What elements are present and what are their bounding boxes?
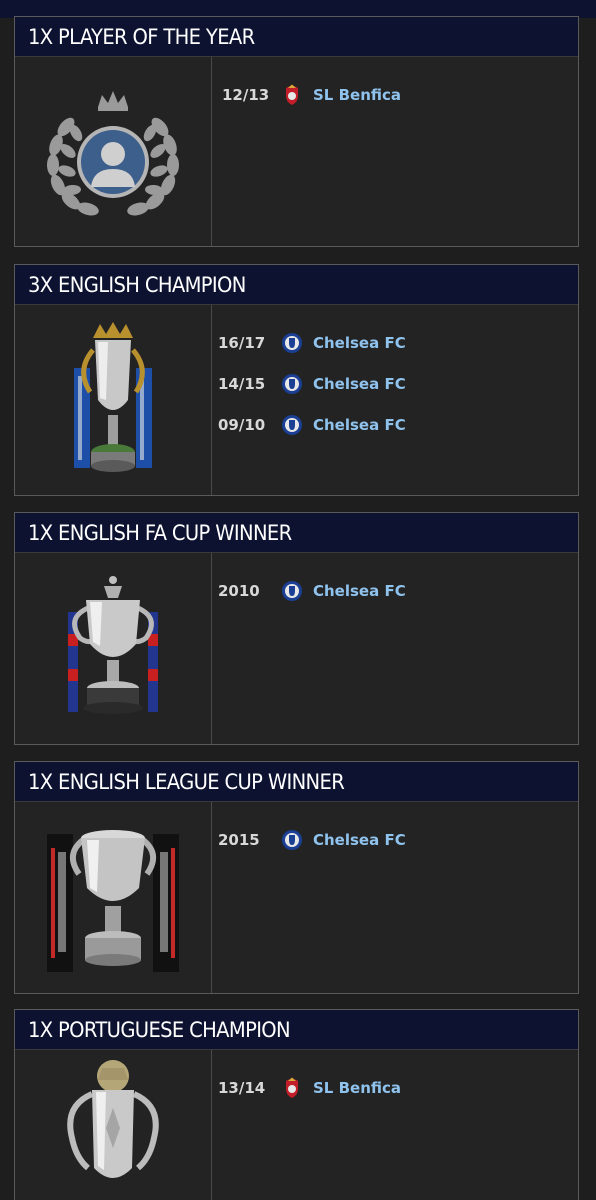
club-link[interactable]: SL Benfica — [313, 1079, 401, 1097]
award-entries: 2015 Chelsea FC — [212, 802, 578, 993]
award-title: 1X ENGLISH FA CUP WINNER — [28, 520, 292, 545]
club-link[interactable]: Chelsea FC — [313, 334, 406, 352]
award-entries: 13/14 SL Benfica — [212, 1050, 578, 1200]
club-link[interactable]: Chelsea FC — [313, 416, 406, 434]
benfica-crest-icon[interactable] — [280, 1076, 304, 1100]
award-title: 1X PORTUGUESE CHAMPION — [28, 1017, 291, 1042]
season-label: 2010 — [218, 581, 260, 600]
portuguese-league-trophy-icon — [67, 1060, 159, 1178]
club-link[interactable]: SL Benfica — [313, 86, 401, 104]
chelsea-crest-icon[interactable] — [280, 828, 304, 852]
season-label: 09/10 — [218, 415, 266, 434]
award-entry: 2010 Chelsea FC — [212, 567, 578, 614]
award-entry: 12/13 SL Benfica — [212, 71, 578, 118]
award-entry: 09/10 Chelsea FC — [212, 401, 578, 448]
chelsea-crest-icon[interactable] — [280, 372, 304, 396]
award-entry: 13/14 SL Benfica — [212, 1064, 578, 1111]
award-card-header: 1X PORTUGUESE CHAMPION — [15, 1010, 578, 1050]
premier-league-trophy-icon — [74, 322, 152, 472]
awards-page: 1X PLAYER OF THE YEAR 12/13 SL Benfica 3… — [0, 0, 596, 1200]
award-title: 3X ENGLISH CHAMPION — [28, 272, 246, 297]
award-card-header: 1X PLAYER OF THE YEAR — [15, 17, 578, 57]
award-title: 1X PLAYER OF THE YEAR — [28, 24, 255, 49]
trophy-cell — [15, 553, 212, 744]
award-entry: 14/15 Chelsea FC — [212, 360, 578, 407]
award-title: 1X ENGLISH LEAGUE CUP WINNER — [28, 769, 345, 794]
award-entries: 12/13 SL Benfica — [212, 57, 578, 246]
season-label: 2015 — [218, 830, 260, 849]
award-card-english-champion: 3X ENGLISH CHAMPION 16/17 Chelsea FC 14/… — [14, 264, 579, 496]
season-label: 13/14 — [218, 1078, 266, 1097]
season-label: 12/13 — [222, 85, 270, 104]
award-entries: 2010 Chelsea FC — [212, 553, 578, 744]
award-card-header: 1X ENGLISH LEAGUE CUP WINNER — [15, 762, 578, 802]
chelsea-crest-icon[interactable] — [280, 413, 304, 437]
award-entry: 2015 Chelsea FC — [212, 816, 578, 863]
award-card-header: 1X ENGLISH FA CUP WINNER — [15, 513, 578, 553]
season-label: 16/17 — [218, 333, 266, 352]
club-link[interactable]: Chelsea FC — [313, 831, 406, 849]
league-cup-trophy-icon — [47, 829, 179, 972]
season-label: 14/15 — [218, 374, 266, 393]
chelsea-crest-icon[interactable] — [280, 331, 304, 355]
laurel-wreath-player-icon — [47, 90, 179, 215]
trophy-cell — [15, 57, 212, 246]
award-entry: 16/17 Chelsea FC — [212, 319, 578, 366]
club-link[interactable]: Chelsea FC — [313, 375, 406, 393]
benfica-crest-icon[interactable] — [280, 83, 304, 107]
award-entries: 16/17 Chelsea FC 14/15 Chelsea FC 09/10 … — [212, 305, 578, 495]
club-link[interactable]: Chelsea FC — [313, 582, 406, 600]
award-card-player-of-the-year: 1X PLAYER OF THE YEAR 12/13 SL Benfica — [14, 16, 579, 247]
fa-cup-trophy-icon — [68, 575, 158, 714]
award-card-fa-cup: 1X ENGLISH FA CUP WINNER 2010 Chelsea FC — [14, 512, 579, 745]
trophy-cell — [15, 305, 212, 495]
award-card-league-cup: 1X ENGLISH LEAGUE CUP WINNER 2015 Chelse… — [14, 761, 579, 994]
chelsea-crest-icon[interactable] — [280, 579, 304, 603]
award-card-header: 3X ENGLISH CHAMPION — [15, 265, 578, 305]
trophy-cell — [15, 1050, 212, 1200]
award-card-portuguese-champion: 1X PORTUGUESE CHAMPION 13/14 SL Benfica — [14, 1009, 579, 1200]
trophy-cell — [15, 802, 212, 993]
